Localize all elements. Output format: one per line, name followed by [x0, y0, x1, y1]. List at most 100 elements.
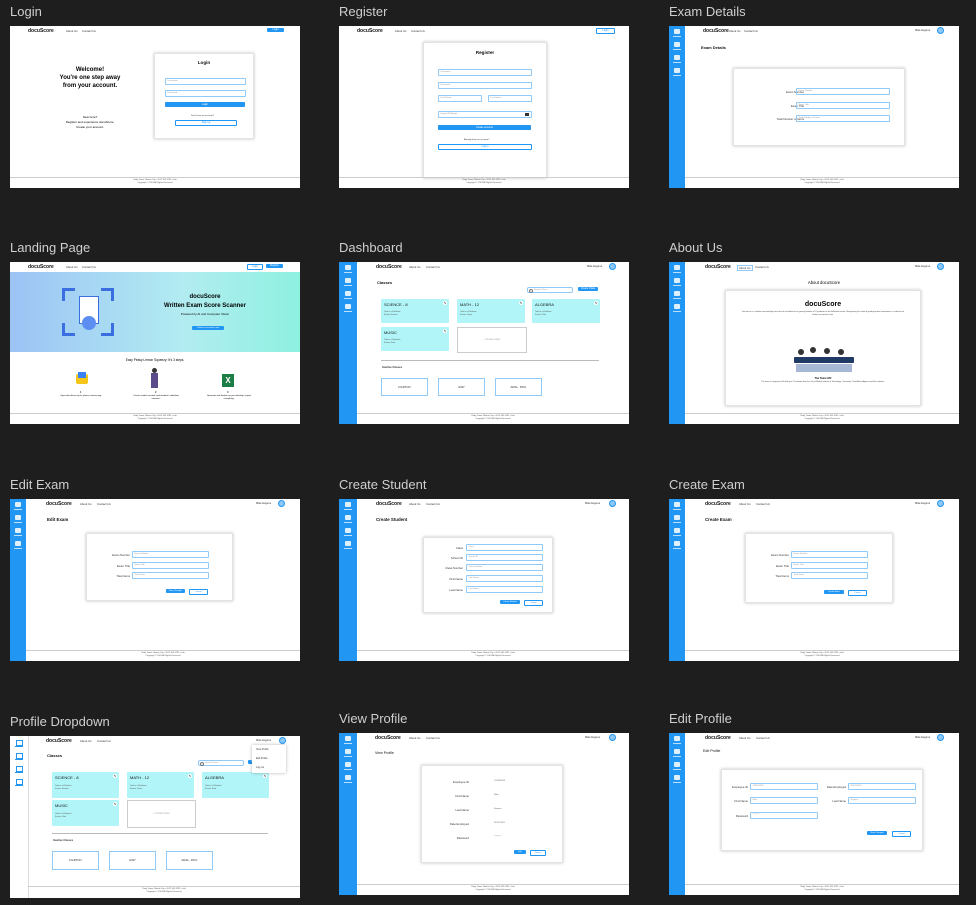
search-input[interactable]: Search Class [198, 760, 244, 766]
nav-about[interactable]: About Us [409, 502, 421, 506]
exam-icon[interactable] [674, 291, 680, 296]
exam-number-field[interactable]: Exam Number [132, 551, 209, 558]
hero-cta-button[interactable]: Create an account to use [192, 326, 224, 330]
username-field[interactable]: Username [165, 78, 246, 85]
nav-about[interactable]: About Us [80, 502, 92, 506]
home-icon[interactable] [345, 736, 351, 741]
avatar[interactable] [609, 734, 616, 741]
menu-item-logout[interactable]: Log out [256, 766, 264, 769]
login-link-button[interactable]: Log in [438, 144, 532, 150]
upload-id-field[interactable]: Upload ID/Badge [438, 111, 532, 118]
password-field[interactable]: Password [165, 90, 246, 97]
avatar[interactable] [609, 500, 616, 507]
upload-icon[interactable] [525, 113, 529, 116]
signup-button[interactable]: Sign up [175, 120, 237, 126]
nav-about[interactable]: About Us [737, 265, 753, 271]
create-class-button[interactable]: Create Class [578, 287, 598, 291]
home-icon[interactable] [674, 29, 680, 34]
create-class-card[interactable]: + Create Class [127, 800, 196, 828]
login-button[interactable]: Login [165, 102, 245, 107]
user-name[interactable]: Mike Eugene [256, 502, 271, 505]
user-name[interactable]: Mike Eugene [915, 502, 930, 505]
nav-about[interactable]: About Us [66, 29, 78, 33]
user-name[interactable]: Mike Eugene [915, 265, 930, 268]
nav-login-button[interactable]: Login [596, 28, 615, 34]
inactive-class[interactable]: FILIPINO [381, 378, 428, 396]
nav-contact[interactable]: Contact Us [426, 736, 440, 740]
search-input[interactable]: Search Class [527, 287, 573, 293]
user-name[interactable]: Mike Eugene [915, 736, 930, 739]
save-changes-button[interactable]: Save Changes [867, 831, 887, 835]
user-name[interactable]: Mike Eugene [585, 736, 600, 739]
newhere3[interactable]: Create your account. [50, 125, 130, 129]
nav-contact[interactable]: Contact Us [756, 502, 770, 506]
exam-number-field[interactable]: Exam Number [796, 88, 890, 95]
save-changes-button[interactable]: Save Changes [166, 589, 185, 593]
class-card[interactable]: ALGEBRA ✎ Total no. of Students Section: Ri… [202, 772, 269, 798]
edit-icon[interactable]: ✎ [443, 301, 447, 305]
nav-contact[interactable]: Contact Us [82, 265, 96, 269]
avatar[interactable] [937, 263, 944, 270]
edit-button[interactable]: Edit [514, 850, 526, 854]
exam-icon[interactable] [674, 762, 680, 767]
class-field[interactable]: Class [466, 544, 543, 551]
nav-contact[interactable]: Contact Us [97, 502, 111, 506]
create-student-icon[interactable] [674, 775, 680, 780]
edit-icon[interactable]: ✎ [443, 329, 447, 333]
first-name-field[interactable]: Mike [750, 797, 818, 804]
create-student-icon[interactable] [674, 304, 680, 309]
delete-button[interactable]: Delete [530, 850, 546, 856]
inactive-class[interactable]: ARAL. PAN. [166, 851, 213, 870]
edit-icon[interactable]: ✎ [188, 774, 192, 778]
school-id-field[interactable]: School ID [466, 554, 543, 561]
create-class-icon[interactable] [674, 278, 680, 283]
class-card[interactable]: ALGEBRA ✎ Total no. of Students Section: Ri… [532, 299, 600, 323]
nav-about[interactable]: About Us [66, 265, 78, 269]
nav-login-button[interactable]: Login [267, 28, 284, 32]
inactive-class[interactable]: ESP [438, 378, 485, 396]
user-name[interactable]: Mike Eugene [587, 265, 602, 268]
avatar[interactable] [937, 27, 944, 34]
create-class-icon[interactable] [674, 515, 680, 520]
exam-icon[interactable] [674, 55, 680, 60]
nav-about[interactable]: About Us [409, 736, 421, 740]
last-name-field[interactable]: Last Name [466, 586, 543, 593]
exam-icon[interactable] [345, 762, 351, 767]
edit-icon[interactable]: ✎ [263, 774, 267, 778]
menu-item-edit-profile[interactable]: Edit Profile [256, 757, 268, 760]
home-icon[interactable] [674, 736, 680, 741]
cancel-button[interactable]: Cancel [524, 600, 543, 606]
edit-icon[interactable]: ✎ [594, 301, 598, 305]
class-number-field[interactable]: Class Number [466, 564, 543, 571]
nav-register-button[interactable]: Register [266, 264, 283, 268]
exam-number-field[interactable]: Exam Number [791, 551, 868, 558]
home-icon[interactable] [345, 502, 351, 507]
avatar[interactable] [278, 500, 285, 507]
exam-title-field[interactable]: Exam Title [796, 102, 890, 109]
first-name-field[interactable]: First Name [438, 95, 482, 102]
nav-contact[interactable]: Contact Us [756, 736, 770, 740]
create-student-icon[interactable] [345, 304, 351, 309]
create-class-icon[interactable] [674, 749, 680, 754]
exam-icon[interactable] [674, 528, 680, 533]
create-class-icon[interactable] [15, 515, 21, 520]
inactive-class[interactable]: FILIPINO [52, 851, 99, 870]
inactive-class[interactable]: ESP [109, 851, 156, 870]
exam-icon[interactable] [345, 291, 351, 296]
nav-contact[interactable]: Contact Us [97, 739, 111, 743]
class-card[interactable]: MATH - 12 ✎ Total no. of Students Section: … [127, 772, 194, 798]
total-items-field[interactable]: Total Items [132, 572, 209, 579]
cancel-button[interactable]: Cancel [892, 831, 911, 837]
create-class-icon[interactable] [345, 749, 351, 754]
avatar[interactable] [937, 734, 944, 741]
create-class-icon[interactable] [345, 515, 351, 520]
user-name[interactable]: Mike Eugene [256, 739, 271, 742]
class-card[interactable]: MUSIC ✎ Total no. of Students Section: Riza… [381, 327, 449, 351]
class-card[interactable]: MATH - 12 ✎ Total no. of Students Section: … [457, 299, 525, 323]
create-student-icon[interactable] [674, 68, 680, 73]
inactive-class[interactable]: ARAL. PAN. [495, 378, 542, 396]
avatar[interactable] [279, 737, 286, 744]
home-icon[interactable] [15, 502, 21, 507]
username-field[interactable]: Username [438, 69, 532, 76]
cancel-button[interactable]: Cancel [848, 590, 867, 596]
